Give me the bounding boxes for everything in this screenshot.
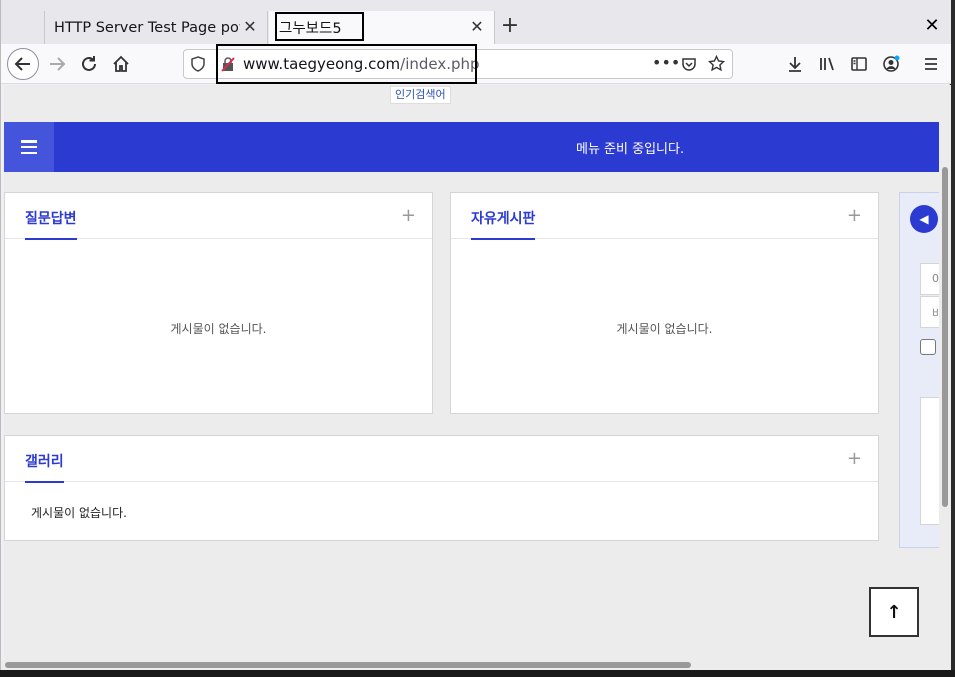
close-tab-icon[interactable]: ✕ — [469, 19, 485, 35]
board-card-gallery: 갤러리 + 게시물이 없습니다. — [4, 435, 879, 541]
scroll-thumb[interactable] — [5, 662, 691, 668]
card-header: 질문답변 + — [5, 193, 432, 240]
library-icon[interactable] — [811, 48, 843, 80]
reload-icon[interactable] — [73, 48, 105, 80]
empty-message: 게시물이 없습니다. — [616, 322, 713, 336]
sidebar-checkbox[interactable] — [920, 339, 936, 355]
main-menu-bar: 메뉴 준비 중입니다. — [4, 122, 939, 172]
tab-title: HTTP Server Test Page powered by CentOS — [54, 19, 240, 36]
sidebar-box — [920, 397, 939, 525]
new-tab-icon[interactable]: + — [499, 15, 521, 37]
scroll-top-button[interactable]: ↑ — [869, 587, 919, 637]
scroll-thumb[interactable] — [942, 167, 948, 507]
more-plus-icon[interactable]: + — [847, 448, 862, 469]
browser-window: HTTP Server Test Page powered by CentOS … — [0, 0, 951, 677]
bookmark-star-icon[interactable] — [707, 54, 726, 76]
download-icon[interactable] — [779, 48, 811, 80]
poll-sidebar-card: ◀ 0 비 — [899, 192, 939, 548]
more-plus-icon[interactable]: + — [401, 205, 416, 226]
hamburger-icon — [21, 140, 37, 154]
close-tab-icon[interactable]: ✕ — [242, 19, 258, 35]
url-text[interactable]: www.taegyeong.com/index.php — [243, 55, 480, 73]
home-icon[interactable] — [105, 48, 137, 80]
card-header: 갤러리 + — [5, 436, 878, 483]
sidebar-input[interactable]: 0 — [920, 263, 939, 295]
sidebar-input[interactable]: 비 — [920, 296, 939, 328]
arrow-up-icon: ↑ — [886, 601, 902, 623]
sidebar-icon[interactable] — [843, 48, 875, 80]
tab-title: 그누보드5 — [279, 21, 342, 37]
desktop-taskbar — [0, 670, 955, 677]
card-title[interactable]: 갤러리 — [25, 451, 64, 483]
web-page: 인기검색어 메뉴 준비 중입니다. 질문답변 + 게시물이 없습니다. 자유게시… — [4, 85, 939, 660]
popular-search-tooltip[interactable]: 인기검색어 — [390, 86, 451, 104]
app-menu-icon[interactable] — [915, 48, 947, 80]
pocket-icon[interactable] — [681, 56, 697, 76]
more-plus-icon[interactable]: + — [847, 205, 862, 226]
board-card-qna: 질문답변 + 게시물이 없습니다. — [4, 192, 433, 414]
url-path: /index.php — [400, 55, 480, 73]
insecure-lock-icon[interactable] — [220, 56, 236, 76]
shield-icon[interactable] — [190, 56, 206, 76]
tab-bar: HTTP Server Test Page powered by CentOS … — [1, 0, 951, 44]
card-title[interactable]: 질문답변 — [25, 208, 77, 240]
tab-http-test[interactable]: HTTP Server Test Page powered by CentOS … — [44, 11, 268, 44]
empty-message: 게시물이 없습니다. — [31, 506, 127, 520]
menu-toggle-button[interactable] — [4, 122, 54, 172]
card-header: 자유게시판 + — [451, 193, 878, 240]
horizontal-scrollbar[interactable] — [1, 660, 951, 670]
forward-icon[interactable] — [41, 48, 73, 80]
card-title[interactable]: 자유게시판 — [471, 208, 536, 240]
board-card-free: 자유게시판 + 게시물이 없습니다. — [450, 192, 879, 414]
window-close-icon[interactable]: ✕ — [922, 16, 942, 36]
account-icon[interactable] — [875, 48, 907, 80]
navigation-bar: www.taegyeong.com/index.php ••• — [1, 44, 951, 84]
more-actions-icon[interactable]: ••• — [652, 53, 680, 72]
menu-notice: 메뉴 준비 중입니다. — [576, 142, 685, 157]
vertical-scrollbar[interactable] — [939, 85, 951, 660]
megaphone-icon: ◀ — [910, 205, 938, 233]
back-icon[interactable] — [7, 48, 39, 80]
empty-message: 게시물이 없습니다. — [170, 322, 267, 336]
url-bar[interactable]: www.taegyeong.com/index.php ••• — [183, 49, 733, 79]
tab-gnuboard[interactable]: 그누보드5 ✕ — [269, 11, 495, 44]
url-domain: www.taegyeong.com — [243, 55, 401, 73]
